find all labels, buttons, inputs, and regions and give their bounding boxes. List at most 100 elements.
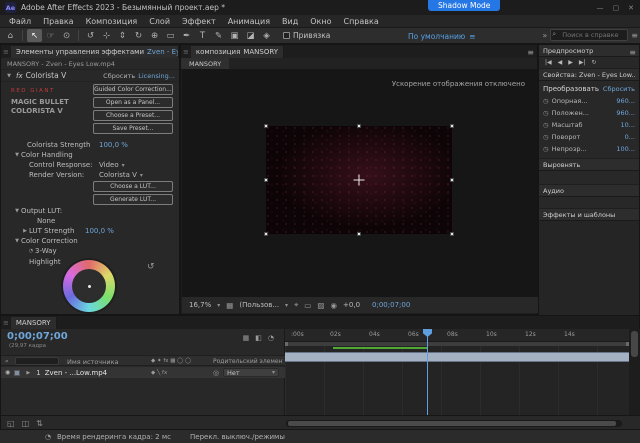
draft-3d-icon[interactable]: ◧ [255,334,262,342]
menu-help[interactable]: Справка [337,17,384,26]
reset-wheel-icon[interactable]: ↺ [147,262,155,272]
shape-tool-icon[interactable]: ▭ [163,29,178,42]
close-icon[interactable]: ✕ [628,4,634,12]
output-lut-dropdown[interactable]: None [37,217,55,225]
maximize-icon[interactable]: ▢ [613,4,620,12]
overflow-chevron-icon[interactable]: » [542,31,547,40]
save-preset-button[interactable]: Save Preset... [93,123,173,134]
layer-row[interactable]: ◉ ▶ 1 Zven - ...Low.mp4 ◆ ╲ fx ◎ Нет ▾ [1,367,285,378]
timeline-search-input[interactable] [15,357,59,365]
eye-icon[interactable]: ◉ [5,369,10,376]
layer-label-chip[interactable] [14,370,20,376]
panel-grip-icon[interactable]: ≡ [181,48,191,56]
tab-effect-controls[interactable]: Элементы управления эффектами Zven - Ey [11,46,179,58]
comp-timecode[interactable]: 0;00;07;00 [372,301,410,309]
playhead-line[interactable] [427,329,428,415]
selection-handle[interactable] [264,178,268,182]
parent-dropdown[interactable]: Нет ▾ [223,368,279,377]
prev-frame-button[interactable]: ◀ [558,59,563,66]
color-handling-header[interactable]: ▼ Color Handling [1,150,179,160]
roto-brush-tool-icon[interactable]: ◈ [259,29,274,42]
menu-layer[interactable]: Слой [143,17,176,26]
timeline-timecode[interactable]: 0;00;07;00 [7,331,68,342]
twirl-open-icon[interactable]: ▼ [5,73,13,79]
transparency-grid-icon[interactable]: ▨ [317,301,324,310]
panel-grip-icon[interactable]: ≡ [1,319,11,327]
choose-lut-button[interactable]: Choose a LUT... [93,181,173,192]
video-layer-preview[interactable] [266,126,452,234]
stopwatch-icon[interactable]: ◷ [543,121,549,129]
next-frame-button[interactable]: ▶| [579,59,586,66]
toggle-inout-pane-icon[interactable]: ⇅ [36,419,43,428]
tab-composition[interactable]: композиция MANSORY [191,46,284,58]
toggle-transfer-p ane-icon[interactable]: ◫ [22,419,30,428]
param-value[interactable]: 100,0 % [85,227,114,235]
transform-reset-link[interactable]: Сбросить [603,85,635,93]
prop-value[interactable]: 100... [616,145,635,153]
menu-edit[interactable]: Правка [37,17,79,26]
resolution-dropdown[interactable]: (Пользов... [239,301,279,309]
twirl-closed-icon[interactable]: ▶ [21,228,29,234]
open-as-panel-button[interactable]: Open as a Panel... [93,97,173,108]
effect-name[interactable]: Colorista V [26,71,67,80]
toggle-switches-modes-button[interactable]: Перекл. выключ./режимы [190,433,285,441]
param-value[interactable]: 100,0 % [99,141,128,149]
help-search-input[interactable] [550,29,628,41]
pen-tool-icon[interactable]: ✒ [179,29,194,42]
layer-name[interactable]: Zven - ...Low.mp4 [45,369,107,377]
timeline-horizontal-scrollbar[interactable] [286,420,622,427]
generate-lut-button[interactable]: Generate LUT... [93,194,173,205]
render-version-dropdown[interactable]: Colorista V [99,171,137,179]
search-icon[interactable]: ⌕ [5,357,9,366]
stopwatch-icon[interactable]: ◷ [543,109,549,117]
panel-menu-icon[interactable]: ≡ [631,31,638,40]
stopwatch-icon[interactable]: ◷ [543,97,549,105]
guided-color-correction-button[interactable]: Guided Color Correction... [93,84,173,95]
fx-icon[interactable]: fx [16,72,23,80]
zoom-tool-icon[interactable]: ⊙ [59,29,74,42]
target-icon[interactable]: ⌖ [294,300,298,310]
workspace-menu-icon[interactable]: ≡ [469,32,475,41]
menu-window[interactable]: Окно [304,17,337,26]
time-ruler[interactable]: :00s 02s 04s 06s 08s 10s 12s 14s [285,329,629,342]
composition-viewport[interactable]: Ускорение отображения отключено [182,70,537,298]
anchor-point-crosshair[interactable] [354,175,365,186]
menu-view[interactable]: Вид [276,17,304,26]
color-wheel-center-dot[interactable] [88,285,91,288]
twirl-open-icon[interactable]: ▼ [13,238,21,244]
color-correction-header[interactable]: ▼ Color Correction [1,236,179,246]
toggle-switches-pane-icon[interactable]: ◱ [7,419,15,428]
tab-align[interactable]: Выровнять [539,159,639,171]
selection-handle[interactable] [450,232,454,236]
layer-duration-bar[interactable] [285,352,629,362]
viewer-tab-mansory[interactable]: MANSORY [181,58,229,69]
grid-guides-icon[interactable]: ▦ [226,301,233,310]
selection-handle[interactable] [264,232,268,236]
dolly-tool-icon[interactable]: ⇕ [115,29,130,42]
timeline-vertical-scrollbar[interactable] [629,329,640,415]
comp-mini-flowchart-icon[interactable]: ▦ [243,334,250,342]
exposure-value[interactable]: +0,0 [343,301,360,309]
menu-animation[interactable]: Анимация [222,17,276,26]
first-frame-button[interactable]: |◀ [545,59,552,66]
tab-timeline-mansory[interactable]: MANSORY [11,317,57,329]
scrollbar-thumb[interactable] [288,421,616,426]
menu-file[interactable]: Файл [3,17,37,26]
tab-audio[interactable]: Аудио [539,185,639,197]
parent-column-header[interactable]: Родительский элемент и... [213,358,283,365]
loop-button[interactable]: ↻ [592,59,597,66]
scrollbar-thumb[interactable] [631,331,638,357]
selection-handle[interactable] [357,232,361,236]
source-name-column-header[interactable]: Имя источника [67,358,119,366]
prop-value[interactable]: 960... [616,109,635,117]
minimize-icon[interactable]: — [597,4,604,12]
selection-handle[interactable] [450,178,454,182]
licensing-link[interactable]: Licensing... [138,72,175,80]
prop-value[interactable]: 0... [625,133,635,141]
type-tool-icon[interactable]: T [195,29,210,42]
menu-composition[interactable]: Композиция [80,17,144,26]
snap-checkbox[interactable] [283,32,290,39]
twirl-open-icon[interactable]: ▼ [13,152,21,158]
motion-blur-icon[interactable]: ◔ [268,334,274,342]
work-area-bar[interactable] [285,342,629,346]
